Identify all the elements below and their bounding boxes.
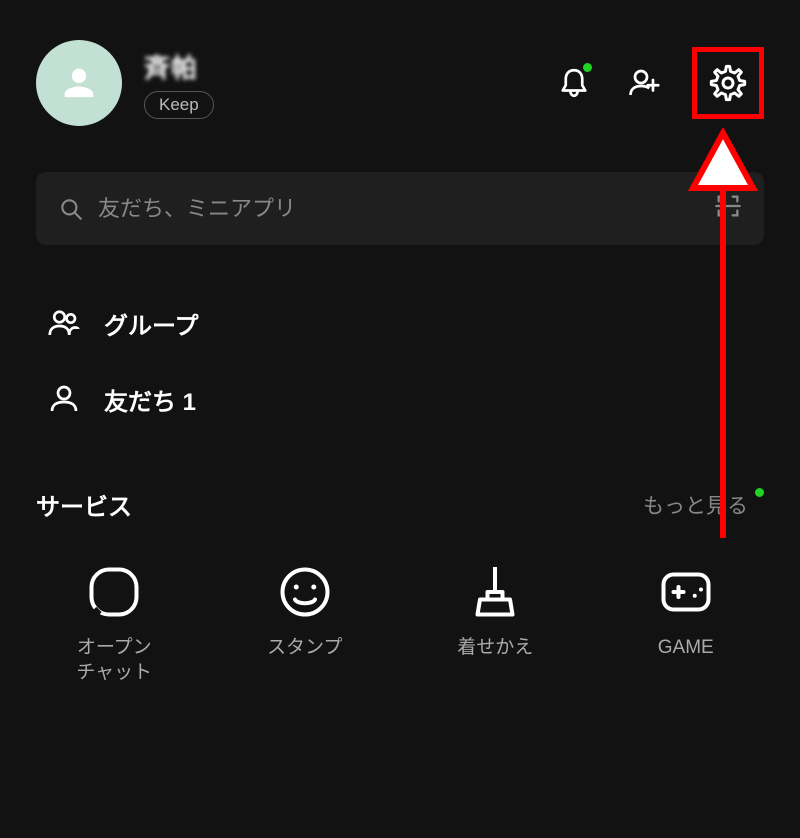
service-label: オープン チャット	[76, 636, 152, 685]
user-info: 斉帕 Keep	[144, 48, 552, 119]
notifications-button[interactable]	[552, 61, 596, 105]
gear-icon	[708, 63, 748, 103]
search-icon	[58, 196, 84, 222]
list-item-label: 友だち 1	[104, 382, 196, 417]
keep-badge[interactable]: Keep	[144, 91, 214, 119]
scan-button[interactable]	[714, 192, 742, 225]
stamp-icon	[275, 562, 335, 622]
services-title: サービス	[36, 487, 132, 522]
more-link[interactable]: もっと見る	[643, 490, 764, 520]
service-label: 着せかえ	[457, 636, 533, 661]
list-item-label: グループ	[104, 306, 199, 341]
notification-dot	[583, 63, 592, 72]
service-label: GAME	[658, 636, 714, 661]
friend-icon	[46, 381, 82, 417]
theme-icon	[465, 562, 525, 622]
service-item-game[interactable]: GAME	[606, 562, 766, 685]
settings-highlight	[692, 47, 764, 119]
search-input[interactable]	[98, 196, 700, 222]
avatar[interactable]	[36, 40, 122, 126]
service-label: スタンプ	[267, 636, 342, 661]
search-bar[interactable]	[36, 172, 764, 245]
service-item-stamp[interactable]: スタンプ	[225, 562, 385, 685]
settings-button[interactable]	[708, 63, 748, 103]
group-icon	[46, 305, 82, 341]
service-item-theme[interactable]: 着せかえ	[415, 562, 575, 685]
list-item-group[interactable]: グループ	[46, 285, 764, 361]
game-icon	[656, 562, 716, 622]
scan-icon	[714, 192, 742, 220]
add-friend-button[interactable]	[622, 61, 666, 105]
list-item-friends[interactable]: 友だち 1	[46, 361, 764, 437]
openchat-icon	[84, 562, 144, 622]
service-item-openchat[interactable]: オープン チャット	[34, 562, 194, 685]
more-link-label: もっと見る	[643, 495, 748, 518]
more-dot	[755, 488, 764, 497]
add-friend-icon	[626, 65, 662, 101]
user-name: 斉帕	[144, 48, 552, 85]
person-icon	[59, 63, 99, 103]
